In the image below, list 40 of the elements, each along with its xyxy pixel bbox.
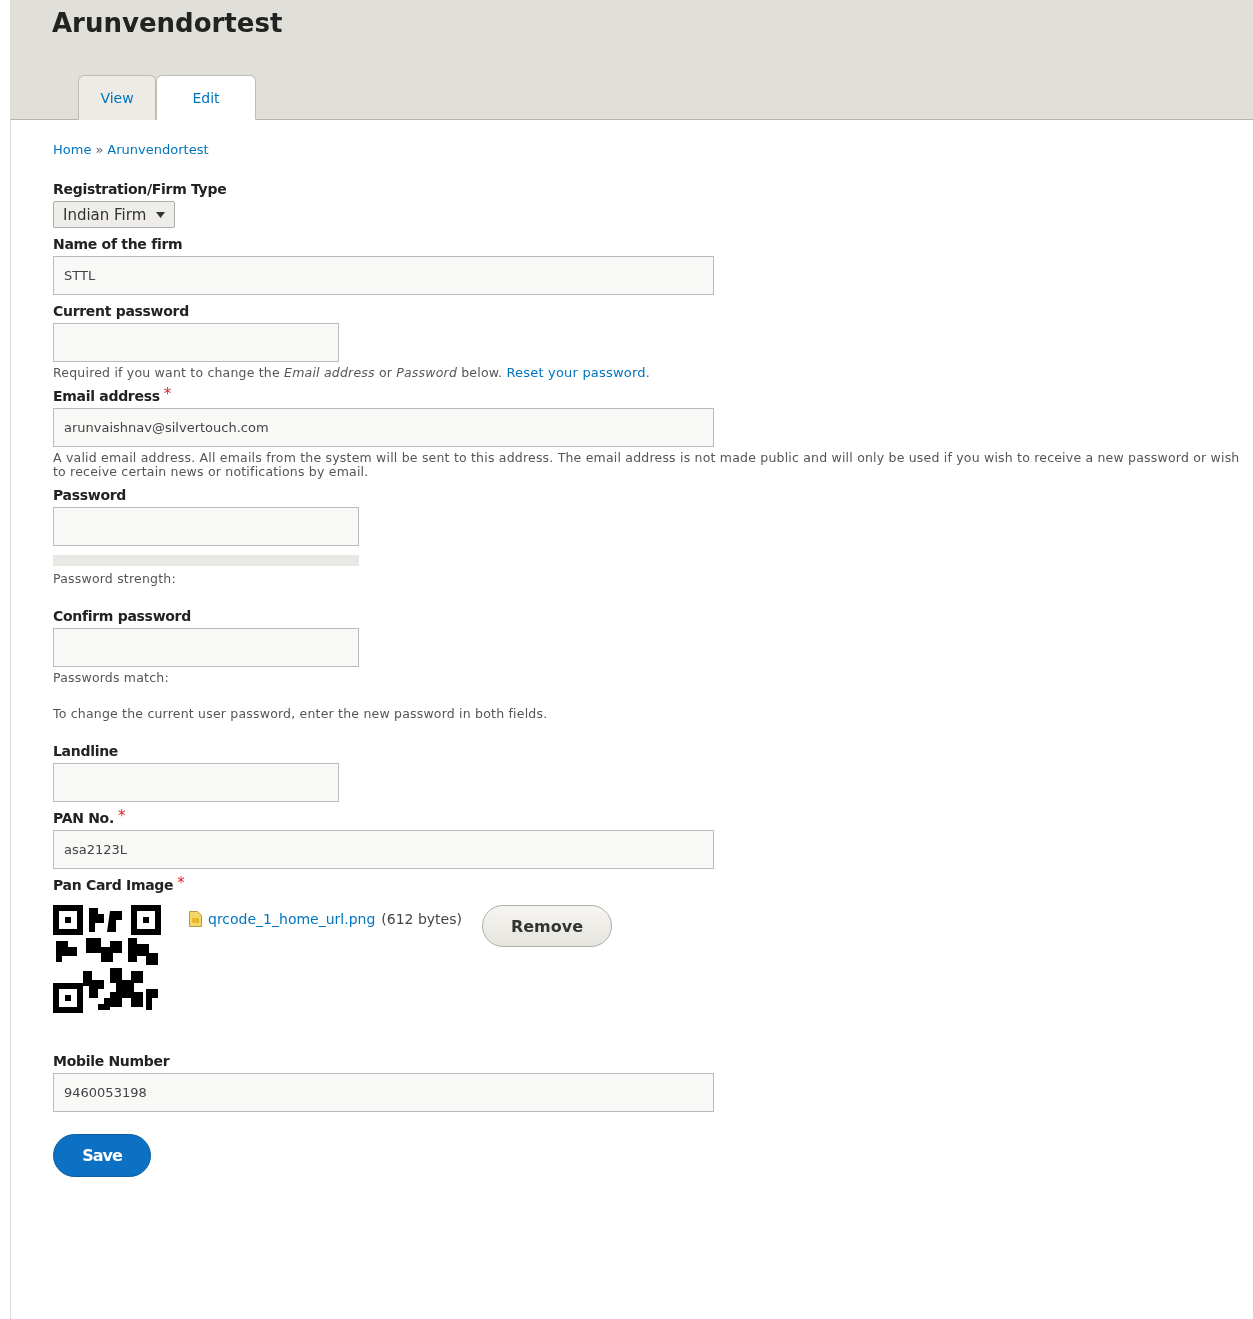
input-field[interactable]: asa2123L	[53, 830, 714, 869]
password-field[interactable]	[53, 628, 359, 667]
breadcrumb-separator: »	[95, 142, 104, 157]
input-field[interactable]: arunvaishnav@silvertouch.com	[53, 408, 714, 447]
breadcrumb-link[interactable]: Arunvendortest	[107, 142, 209, 157]
breadcrumb-link[interactable]: Home	[53, 142, 92, 157]
field-label: Email address	[53, 388, 160, 404]
tab[interactable]: Edit	[156, 75, 256, 120]
password-field[interactable]	[53, 507, 359, 546]
required-asterisk: *	[163, 388, 172, 400]
file-link[interactable]: qrcode_1_home_url.png	[208, 911, 376, 927]
input-field[interactable]	[53, 763, 339, 802]
input-field[interactable]: 9460053198	[53, 1073, 714, 1112]
field-label: Current password	[53, 303, 189, 319]
field-label: PAN No.	[53, 810, 114, 826]
caret-icon	[156, 211, 166, 218]
match-label: Passwords match:	[53, 671, 170, 685]
field-label: Mobile Number	[53, 1053, 170, 1069]
field-label: Confirm password	[53, 608, 191, 624]
remove-button[interactable]: Remove	[482, 905, 612, 947]
field-label: Registration/Firm Type	[53, 181, 227, 197]
field-label: Landline	[53, 743, 119, 759]
firm-type-dropdown[interactable]: Indian Firm	[53, 201, 176, 228]
file-size: (612 bytes)	[381, 911, 462, 927]
input-field[interactable]	[53, 323, 339, 362]
field-description: A valid email address. All emails from the system will be sent to this address. The email address is not made public and will only be used if you wish to receive a new password or wish to receive certain news or notifications by email.	[53, 451, 1241, 479]
tab[interactable]: View	[78, 75, 156, 120]
input-field[interactable]: STTL	[53, 256, 714, 295]
field-description: To change the current user password, enter the new password in both fields.	[53, 707, 549, 721]
image-file-icon	[189, 911, 202, 927]
page-title: Arunvendortest	[52, 8, 283, 38]
save-button[interactable]: Save	[53, 1134, 151, 1177]
required-asterisk: *	[117, 810, 126, 822]
field-label: Pan Card Image	[53, 877, 174, 893]
required-asterisk: *	[177, 877, 185, 889]
field-description: Required if you want to change the Email address or Password below. Reset your password.	[53, 366, 651, 380]
strength-label: Password strength:	[53, 572, 177, 586]
field-label: Name of the firm	[53, 236, 183, 252]
field-label: Password	[53, 487, 127, 503]
reset-password-link[interactable]: Reset your password	[506, 365, 646, 380]
